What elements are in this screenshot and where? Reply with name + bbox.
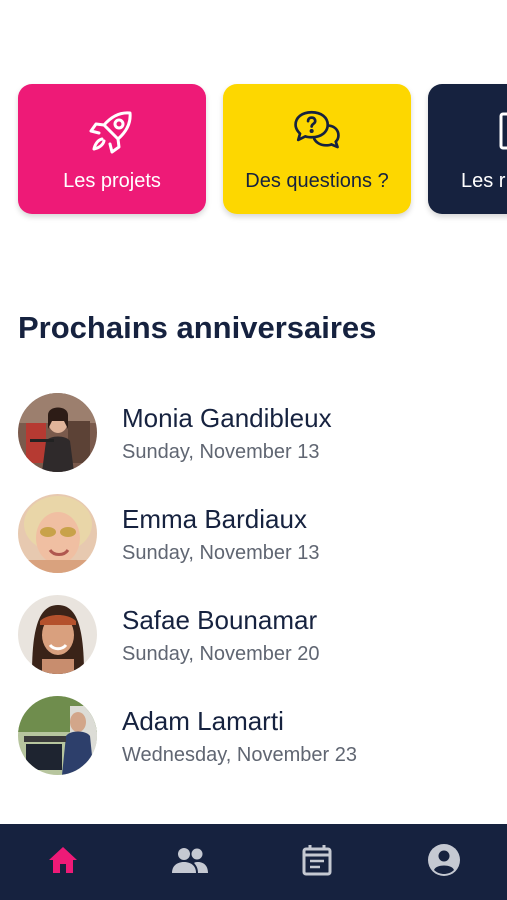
nav-people[interactable] <box>127 824 254 900</box>
avatar <box>18 696 97 775</box>
questions-card-label: Des questions ? <box>245 169 389 192</box>
list-item[interactable]: Monia Gandibleux Sunday, November 13 <box>18 382 507 483</box>
person-name: Safae Bounamar <box>122 604 318 635</box>
home-icon <box>47 845 79 880</box>
list-item[interactable]: Safae Bounamar Sunday, November 20 <box>18 584 507 685</box>
third-card-label: Les r <box>461 169 506 192</box>
bottom-nav <box>0 824 507 900</box>
avatar <box>18 494 97 573</box>
question-chat-icon <box>292 106 342 156</box>
account-icon <box>427 843 461 882</box>
nav-calendar[interactable] <box>254 824 381 900</box>
list-item[interactable]: Emma Bardiaux Sunday, November 13 <box>18 483 507 584</box>
document-icon <box>461 106 507 156</box>
nav-account[interactable] <box>380 824 507 900</box>
birthday-date: Sunday, November 13 <box>122 440 320 463</box>
nav-home[interactable] <box>0 824 127 900</box>
avatar <box>18 393 97 472</box>
quick-action-cards: Les projets Des questions ? Les r <box>18 84 507 214</box>
questions-card[interactable]: Des questions ? <box>223 84 411 214</box>
projects-card-label: Les projets <box>63 169 161 192</box>
person-name: Emma Bardiaux <box>122 503 307 534</box>
birthday-date: Wednesday, November 23 <box>122 743 357 766</box>
birthday-list: Monia Gandibleux Sunday, November 13 Emm… <box>18 382 507 786</box>
list-item[interactable]: Adam Lamarti Wednesday, November 23 <box>18 685 507 786</box>
person-name: Adam Lamarti <box>122 705 284 736</box>
rocket-icon <box>87 106 137 156</box>
person-name: Monia Gandibleux <box>122 402 332 433</box>
birthday-date: Sunday, November 13 <box>122 541 320 564</box>
birthday-date: Sunday, November 20 <box>122 642 320 665</box>
third-card[interactable]: Les r <box>428 84 507 214</box>
people-icon <box>171 847 209 878</box>
avatar <box>18 595 97 674</box>
projects-card[interactable]: Les projets <box>18 84 206 214</box>
calendar-icon <box>302 844 332 881</box>
section-title: Prochains anniversaires <box>18 310 377 345</box>
screen: Les projets Des questions ? Les r Procha… <box>0 0 507 900</box>
